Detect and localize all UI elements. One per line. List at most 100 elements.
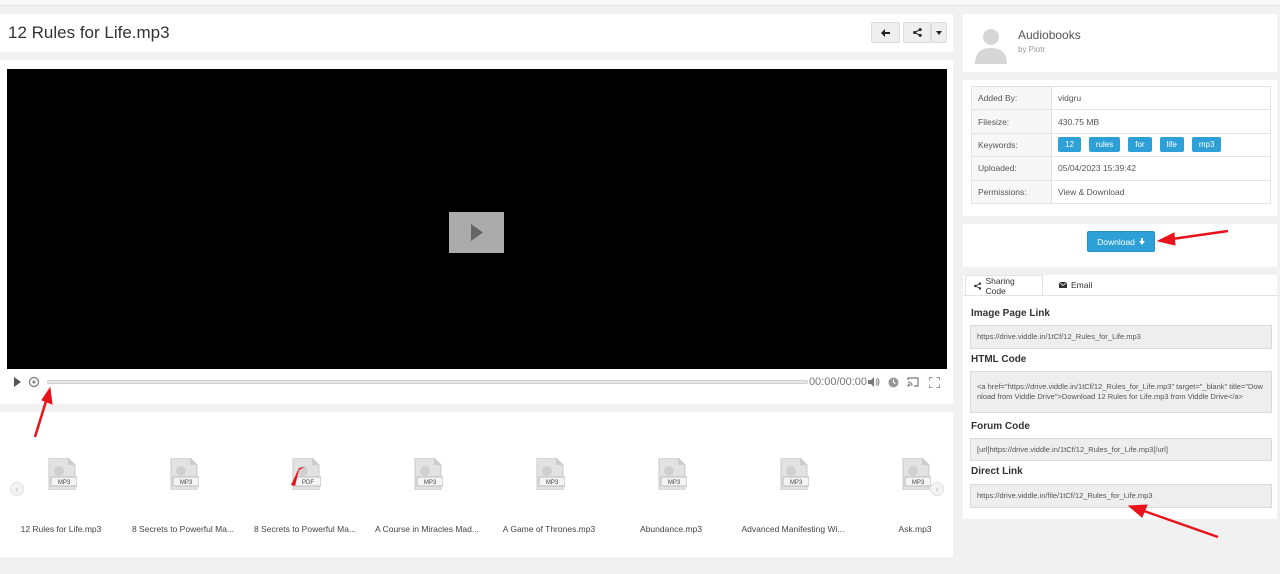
file-thumbnail-label: Abundance.mp3 xyxy=(640,524,702,534)
owner-by: by Piotr xyxy=(1018,45,1046,54)
direct-link-field[interactable]: https://drive.viddle.in/file/1tCf/12_Rul… xyxy=(970,484,1272,508)
table-row: Filesize: 430.75 MB xyxy=(971,109,1271,134)
keyword-tag[interactable]: rules xyxy=(1088,137,1121,153)
arrow-left-icon xyxy=(881,28,890,37)
download-label: Download xyxy=(1097,236,1135,247)
progress-bar[interactable] xyxy=(47,380,808,384)
file-thumbnail-label: A Course in Miracles Mad... xyxy=(375,524,479,534)
keyword-tag[interactable]: 12 xyxy=(1058,137,1081,153)
permissions-value: View & Download xyxy=(1051,179,1271,204)
file-type-label: MP3 xyxy=(790,480,803,486)
file-thumbnail[interactable]: MP3 A Game of Thrones.mp3 xyxy=(488,456,610,536)
owner-name[interactable]: Audiobooks xyxy=(1018,28,1081,42)
file-thumbnail[interactable]: MP3 A Course in Miracles Mad... xyxy=(366,456,488,536)
time-display: 00:00/00:00 xyxy=(808,376,868,388)
keyword-tag[interactable]: life xyxy=(1159,137,1184,153)
chevron-right-icon: › xyxy=(935,484,939,494)
filesize-value: 430.75 MB xyxy=(1051,109,1271,134)
avatar xyxy=(975,29,1007,64)
big-play-button[interactable] xyxy=(449,212,504,253)
permissions-label: Permissions: xyxy=(971,179,1052,204)
table-row: Keywords: 12 rules for life mp3 xyxy=(971,132,1271,158)
mp3-file-icon: MP3 xyxy=(414,458,443,490)
file-carousel: MP3 12 Rules for Life.mp3 MP3 8 Secrets to … xyxy=(0,412,953,557)
added-by-label: Added By: xyxy=(971,85,1052,111)
tab-sharing-label: Sharing Code xyxy=(985,275,1015,296)
replay-button[interactable] xyxy=(27,373,41,391)
html-code-label: HTML Code xyxy=(971,354,1027,365)
mp3-file-icon: MP3 xyxy=(48,458,77,490)
table-row: Added By: vidgru xyxy=(971,85,1271,111)
play-icon xyxy=(13,377,21,387)
caret-down-icon xyxy=(936,30,942,35)
file-thumbnail[interactable]: MP3 Abundance.mp3 xyxy=(610,456,732,536)
filesize-label: Filesize: xyxy=(971,109,1052,134)
keywords-label: Keywords: xyxy=(971,132,1052,158)
player-controls: 00:00/00:00 xyxy=(7,373,947,391)
keyword-tag[interactable]: mp3 xyxy=(1191,137,1222,153)
mp3-file-icon: MP3 xyxy=(902,458,931,490)
file-thumbnail-label: Ask.mp3 xyxy=(898,524,932,534)
download-panel: Download xyxy=(963,224,1277,267)
direct-link-label: Direct Link xyxy=(971,466,1023,477)
cast-icon xyxy=(907,377,919,387)
mp3-file-icon: MP3 xyxy=(780,458,809,490)
file-info: Added By: vidgru Filesize: 430.75 MB Keywo… xyxy=(963,80,1277,216)
share-button[interactable] xyxy=(903,22,931,43)
forum-code-label: Forum Code xyxy=(971,421,1030,432)
share-icon xyxy=(912,28,922,37)
speed-button[interactable] xyxy=(886,373,900,391)
uploaded-value: 05/04/2023 15:39:42 xyxy=(1051,156,1271,181)
file-thumbnail[interactable]: MP3 Advanced Manifesting Wi... xyxy=(732,456,854,536)
keywords-value: 12 rules for life mp3 xyxy=(1051,132,1271,158)
table-row: Permissions: View & Download xyxy=(971,179,1271,204)
image-page-link-label: Image Page Link xyxy=(971,308,1050,319)
back-button[interactable] xyxy=(871,22,900,43)
file-thumbnail[interactable]: PDF 8 Secrets to Powerful Ma... xyxy=(244,456,366,536)
pdf-file-icon: PDF xyxy=(291,458,321,490)
image-page-link-field[interactable]: https://drive.viddle.in/1tCf/12_Rules_fo… xyxy=(970,325,1272,349)
play-pause-button[interactable] xyxy=(11,373,23,391)
tab-email-label: Email xyxy=(1071,280,1093,290)
file-info-table: Added By: vidgru Filesize: 430.75 MB Keywo… xyxy=(971,85,1271,204)
html-code-field[interactable]: <a href="https://drive.viddle.in/1tCf/12… xyxy=(970,371,1272,413)
top-bar xyxy=(0,0,1280,6)
mp3-file-icon: MP3 xyxy=(658,458,687,490)
mp3-file-icon: MP3 xyxy=(170,458,199,490)
keyword-tag[interactable]: for xyxy=(1128,137,1152,153)
sharing-panel: Sharing Code Email Image Page Link https… xyxy=(963,275,1277,519)
file-thumbnail-label: Advanced Manifesting Wi... xyxy=(741,524,845,534)
share-dropdown-button[interactable] xyxy=(931,22,947,43)
fullscreen-button[interactable] xyxy=(927,373,941,391)
fullscreen-icon xyxy=(928,376,940,388)
added-by-value: vidgru xyxy=(1051,85,1271,111)
file-thumbnail[interactable]: MP3 12 Rules for Life.mp3 xyxy=(0,456,122,536)
replay-icon xyxy=(28,376,40,388)
file-thumbnail[interactable]: MP3 Ask.mp3 xyxy=(854,456,976,536)
download-button[interactable]: Download xyxy=(1087,231,1155,252)
tab-email[interactable]: Email xyxy=(1051,275,1101,295)
tab-sharing-code[interactable]: Sharing Code xyxy=(965,275,1043,296)
file-thumbnail-label: 12 Rules for Life.mp3 xyxy=(20,524,102,534)
forum-code-field[interactable]: [url]https://drive.viddle.in/1tCf/12_Rul… xyxy=(970,438,1272,461)
clock-icon xyxy=(888,377,898,387)
file-type-label: MP3 xyxy=(58,480,71,486)
cast-button[interactable] xyxy=(906,373,920,391)
video-area[interactable] xyxy=(7,69,947,369)
file-thumbnail-label: 8 Secrets to Powerful Ma... xyxy=(131,524,235,534)
envelope-icon xyxy=(1059,282,1067,288)
page-title: 12 Rules for Life.mp3 xyxy=(8,23,170,42)
file-thumbnail[interactable]: MP3 8 Secrets to Powerful Ma... xyxy=(122,456,244,536)
download-icon xyxy=(1138,238,1145,245)
volume-button[interactable] xyxy=(867,373,881,391)
file-type-label: MP3 xyxy=(424,480,437,486)
carousel-next-button[interactable]: › xyxy=(930,482,944,496)
file-type-label: MP3 xyxy=(180,480,193,486)
table-row: Uploaded: 05/04/2023 15:39:42 xyxy=(971,156,1271,181)
uploaded-label: Uploaded: xyxy=(971,156,1052,181)
mp3-file-icon: MP3 xyxy=(536,458,565,490)
tab-divider xyxy=(963,295,1277,296)
carousel-prev-button[interactable]: ‹ xyxy=(10,482,24,496)
play-icon xyxy=(470,224,483,241)
file-thumbnail-label: A Game of Thrones.mp3 xyxy=(502,524,596,534)
